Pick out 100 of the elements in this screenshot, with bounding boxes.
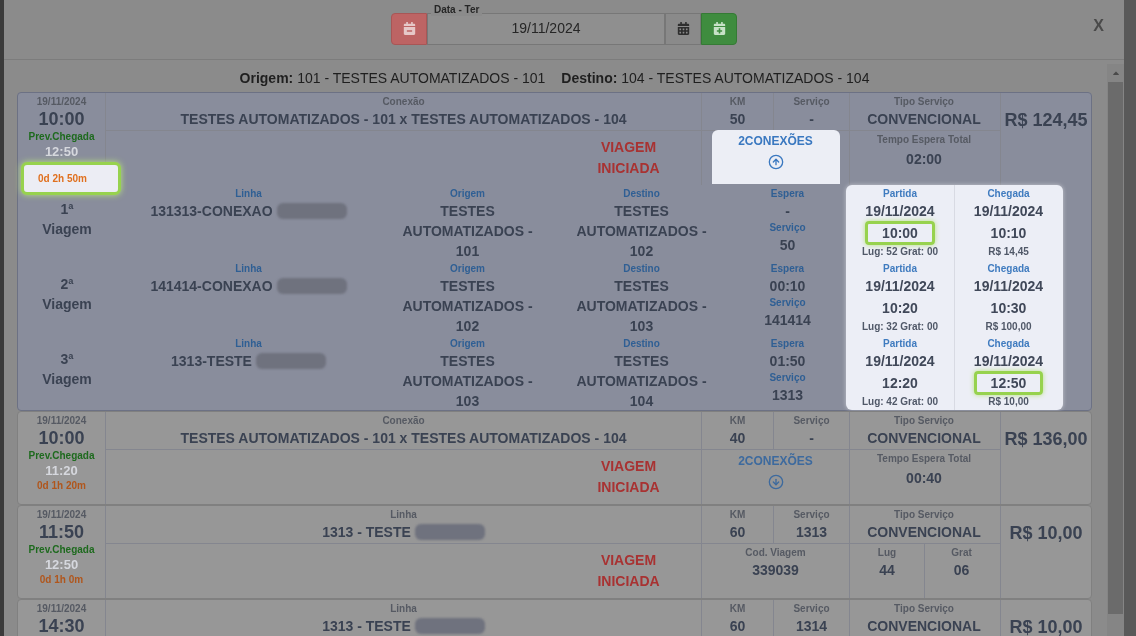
arrival-label: Prev.Chegada [28, 449, 95, 463]
arrival-label: Prev.Chegada [28, 543, 95, 557]
trip-date: 19/11/2024 [36, 95, 87, 108]
field-value: TESTES AUTOMATIZADOS - 103 [401, 352, 534, 411]
field-label: Serviço [793, 602, 830, 616]
field-label: Origem [450, 187, 485, 201]
field-label: Linha [390, 602, 417, 616]
arrival-label: Chegada [987, 187, 1030, 201]
departure-time: 10:00 [38, 427, 85, 449]
arrival-label: Chegada [987, 262, 1030, 276]
field-label: Origem [450, 262, 485, 276]
field-value: 00:40 [906, 469, 942, 488]
field-label: Linha [235, 337, 262, 351]
close-button[interactable]: X [1093, 14, 1104, 38]
trip-status: VIAGEM INICIADA [596, 457, 661, 497]
route-summary: Destino: 104 - TESTES AUTOMATIZADOS - 104 [561, 69, 870, 88]
arrival-label: Chegada [987, 337, 1030, 351]
field-label: Serviço [793, 508, 830, 522]
field-label: Tipo Serviço [894, 95, 954, 109]
field-label: Serviço [793, 414, 830, 428]
field-label: Tipo Serviço [894, 508, 954, 522]
calendar-button[interactable] [665, 12, 701, 45]
departure-time: 12:20 [881, 374, 919, 393]
duration-label: 0d 2h 50m [21, 162, 121, 195]
arrival-time: 10:10 [989, 224, 1028, 243]
field-value: - [785, 202, 790, 221]
field-label: Espera [770, 187, 805, 201]
scrollbar-thumb[interactable] [1108, 82, 1123, 614]
field-value: - [809, 110, 814, 129]
calendar-minus-icon [402, 22, 416, 35]
trip-price: R$ 124,45 [1004, 109, 1088, 132]
field-value: CONVENCIONAL [867, 110, 981, 129]
field-value: 06 [953, 561, 970, 580]
field-label: Espera [770, 337, 805, 351]
field-value: 1313 [795, 523, 828, 542]
departure-detail: Lug: 52 Grat: 00 [861, 245, 939, 259]
field-value: 50 [729, 110, 746, 129]
arrival-detail: R$ 100,00 [985, 320, 1032, 334]
field-label: KM [729, 95, 746, 109]
next-day-button[interactable] [701, 12, 737, 45]
field-label: Lug [877, 546, 897, 560]
trip-price: R$ 136,00 [1004, 428, 1088, 451]
field-label: Serviço [769, 296, 806, 310]
trip-date: 19/11/2024 [36, 602, 87, 615]
departure-time: 10:20 [881, 299, 919, 318]
previous-day-button[interactable] [391, 12, 427, 45]
field-value: 44 [879, 561, 895, 580]
route-name: TESTES AUTOMATIZADOS - 101 x TESTES AUTOMATIZADOS - 104 [180, 110, 627, 129]
field-label: Tipo Serviço [894, 414, 954, 428]
route-name: 1313 - TESTE [322, 617, 411, 636]
trip-price: R$ 10,00 [1009, 522, 1083, 545]
date-value: 19/11/2024 [511, 19, 581, 38]
trip-card[interactable]: 19/11/2024 11:50 Prev.Chegada 12:50 0d 1h 0m Linha 1313 - TESTE KM 60 Serviço 1313 Tipo Serviço CONVENCIONAL VIAGEM INICIADA Cod. Viagem 339039 Lug 44 Grat 06 R$ 10,00 [17, 505, 1092, 599]
route-summary: Origem: 101 - TESTES AUTOMATIZADOS - 101 [239, 69, 546, 88]
route-name: TESTES AUTOMATIZADOS - 101 x TESTES AUTOMATIZADOS - 104 [180, 429, 627, 448]
departure-label: Partida [883, 262, 917, 276]
arrival-date: 19/11/2024 [973, 277, 1044, 296]
field-label: Cod. Viagem [745, 546, 806, 560]
field-value: 141414 [764, 311, 811, 330]
arrival-detail: R$ 14,45 [988, 245, 1029, 259]
field-label: Linha [235, 262, 262, 276]
calendar-plus-icon [712, 22, 726, 35]
arrival-detail: R$ 10,00 [988, 395, 1029, 409]
duration-label: 0d 1h 20m [37, 479, 86, 493]
field-value: CONVENCIONAL [867, 523, 981, 542]
trip-card[interactable] [17, 92, 1092, 411]
trip-status: VIAGEM INICIADA [596, 138, 661, 178]
field-value: 60 [729, 523, 746, 542]
field-label: KM [729, 508, 746, 522]
scrollbar[interactable] [1107, 64, 1124, 636]
line-name: 131313-CONEXAO [150, 202, 273, 221]
arrow-down-icon [767, 474, 784, 490]
field-value: 60 [729, 617, 746, 636]
trip-price: R$ 10,00 [1009, 616, 1083, 636]
line-name: 1313-TESTE [171, 352, 252, 371]
leg-ordinal: 1ª Viagem [41, 200, 93, 239]
departure-detail: Lug: 32 Grat: 00 [861, 320, 939, 334]
field-value: 02:00 [906, 150, 942, 169]
arrival-label: Prev.Chegada [28, 130, 95, 144]
field-label: Destino [623, 187, 660, 201]
connections-toggle[interactable]: 2CONEXÕES [711, 130, 840, 184]
arrival-time: 11:20 [45, 463, 78, 479]
field-value: - [809, 429, 814, 448]
departure-label: Partida [883, 187, 917, 201]
field-label: Linha [235, 187, 262, 201]
trip-card[interactable]: 19/11/2024 14:30 Linha 1313 - TESTE KM 60 Serviço 1314 Tipo Serviço CONVENCIONAL R$ 10,00 [17, 599, 1092, 636]
arrival-date: 19/11/2024 [973, 352, 1044, 371]
field-value: CONVENCIONAL [867, 429, 981, 448]
arrival-time: 12:50 [44, 144, 79, 160]
field-label: Conexão [382, 414, 425, 428]
field-label: Destino [623, 337, 660, 351]
field-value: 1313 [771, 386, 804, 405]
field-label: Espera [770, 262, 805, 276]
leg-ordinal: 3ª Viagem [41, 350, 93, 389]
route-name: 1313 - TESTE [322, 523, 411, 542]
date-field-label: Data - Ter [431, 3, 483, 16]
connections-toggle[interactable]: 2CONEXÕES [711, 450, 840, 504]
date-field[interactable]: 19/11/2024 [427, 12, 665, 45]
field-label: Serviço [769, 221, 806, 235]
field-value: TESTES AUTOMATIZADOS - 102 [401, 277, 534, 336]
